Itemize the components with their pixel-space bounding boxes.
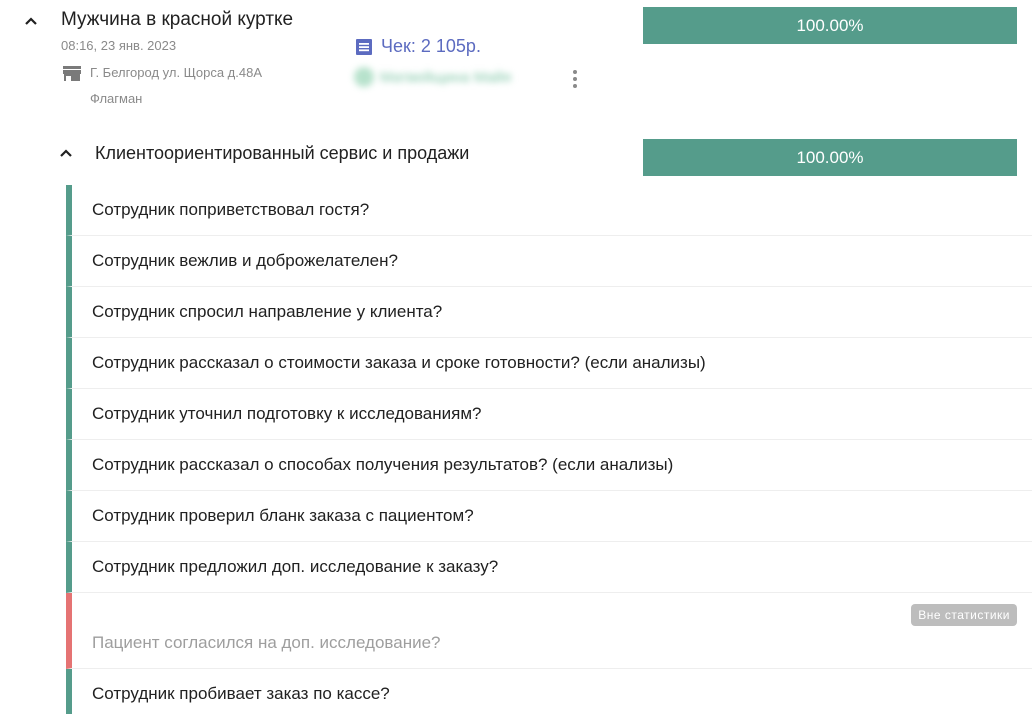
section-score-bar: 100.00%	[643, 139, 1017, 176]
excluded-badge: Вне статистики	[911, 604, 1017, 626]
question-text: Сотрудник рассказал о способах получения…	[92, 455, 674, 474]
more-options-icon[interactable]	[568, 68, 582, 90]
visit-score-bar: 100.00%	[643, 7, 1017, 44]
question-text: Сотрудник пробивает заказ по кассе?	[92, 684, 390, 703]
question-row[interactable]: Сотрудник проверил бланк заказа с пациен…	[66, 491, 1032, 542]
question-text: Сотрудник рассказал о стоимости заказа и…	[92, 353, 706, 372]
visit-report: Мужчина в красной куртке 08:16, 23 янв. …	[0, 0, 1032, 714]
question-text: Сотрудник поприветствовал гостя?	[92, 200, 370, 219]
question-row[interactable]: Сотрудник рассказал о стоимости заказа и…	[66, 338, 1032, 389]
store-icon	[63, 66, 81, 81]
question-row[interactable]: Сотрудник поприветствовал гостя?	[66, 185, 1032, 236]
section-title: Клиентоориентированный сервис и продажи	[95, 143, 470, 163]
question-text: Сотрудник спросил направление у клиента?	[92, 302, 443, 321]
question-row[interactable]: Сотрудник уточнил подготовку к исследова…	[66, 389, 1032, 440]
receipt-link[interactable]: Чек: 2 105р.	[354, 36, 481, 57]
store-type: Флагман	[90, 91, 143, 106]
question-text: Сотрудник проверил бланк заказа с пациен…	[92, 506, 474, 525]
employee-name: Матвейщина Майя	[380, 68, 512, 86]
section-score-text: 100.00%	[796, 147, 864, 167]
question-list: Сотрудник поприветствовал гостя? Сотрудни…	[66, 185, 1032, 714]
chevron-up-icon	[25, 17, 37, 25]
receipt-label: Чек: 2 105р.	[381, 36, 481, 56]
visit-score-text: 100.00%	[796, 15, 864, 35]
chevron-up-icon	[60, 149, 72, 157]
question-row[interactable]: Пациент согласился на доп. исследование?…	[66, 593, 1032, 669]
question-row[interactable]: Сотрудник предложил доп. исследование к …	[66, 542, 1032, 593]
question-text: Пациент согласился на доп. исследование?	[92, 633, 441, 652]
question-row[interactable]: Сотрудник спросил направление у клиента?	[66, 287, 1032, 338]
question-row[interactable]: Сотрудник вежлив и доброжелателен?	[66, 236, 1032, 287]
visit-title: Мужчина в красной куртке	[61, 9, 294, 30]
question-text: Сотрудник уточнил подготовку к исследова…	[92, 404, 482, 423]
employee: Матвейщина Майя	[354, 67, 511, 87]
visit-datetime: 08:16, 23 янв. 2023	[61, 38, 177, 53]
collapse-visit-toggle[interactable]	[23, 13, 39, 29]
question-row[interactable]: Сотрудник пробивает заказ по кассе?	[66, 669, 1032, 714]
store-address: Г. Белгород ул. Щорса д.48А	[90, 65, 262, 80]
question-text: Сотрудник вежлив и доброжелателен?	[92, 251, 398, 270]
person-icon	[354, 67, 374, 87]
question-row[interactable]: Сотрудник рассказал о способах получения…	[66, 440, 1032, 491]
question-text: Сотрудник предложил доп. исследование к …	[92, 557, 499, 576]
collapse-section-toggle[interactable]	[58, 145, 74, 161]
receipt-icon	[356, 38, 372, 55]
